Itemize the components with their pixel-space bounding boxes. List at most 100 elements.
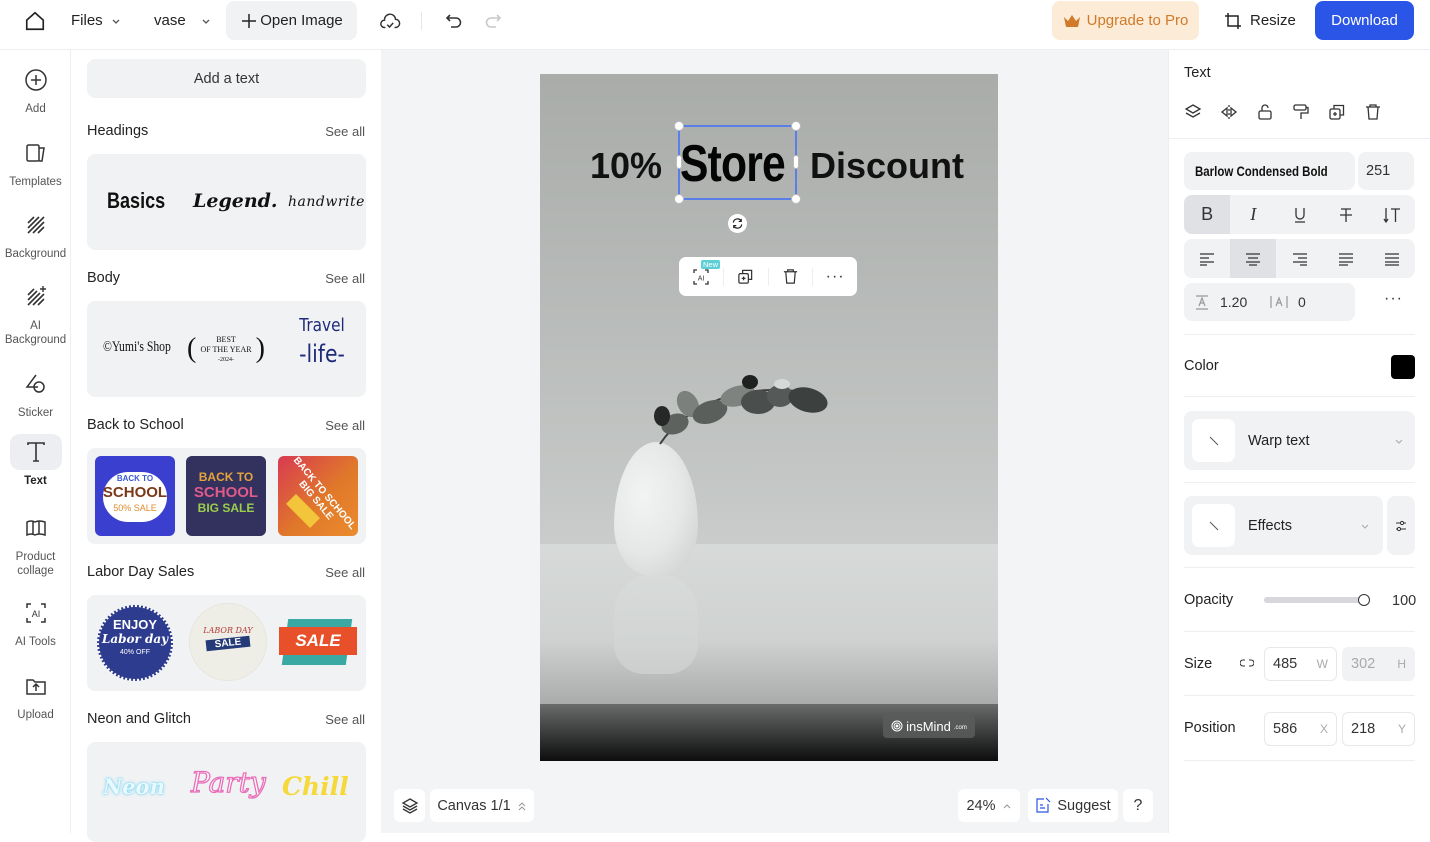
- opacity-slider-thumb[interactable]: [1358, 594, 1370, 606]
- nav-item-sticker[interactable]: Sticker: [0, 366, 71, 420]
- letter-spacing-value[interactable]: 0: [1298, 294, 1306, 310]
- body-sample-yumis-shop[interactable]: ©Yumi's Shop: [103, 339, 171, 356]
- canvas-pages-button[interactable]: Canvas 1/1: [430, 789, 534, 822]
- labor-day-template-2[interactable]: LABOR DAY SALE: [189, 603, 267, 681]
- see-all-labor-day[interactable]: See all: [325, 565, 365, 580]
- zoom-level-button[interactable]: 24%: [958, 789, 1020, 822]
- canvas-text-10-percent[interactable]: 10%: [590, 145, 662, 187]
- neon-sample[interactable]: Neon: [103, 774, 165, 799]
- justify-button[interactable]: [1323, 239, 1369, 278]
- align-left-button[interactable]: [1184, 239, 1230, 278]
- font-size-input[interactable]: 251: [1358, 152, 1414, 190]
- download-button[interactable]: Download: [1315, 1, 1414, 40]
- artboard[interactable]: 10% Store Discount AI New ··· insMind .c…: [540, 74, 998, 761]
- heading-sample-legend[interactable]: Legend.: [193, 190, 278, 212]
- italic-button[interactable]: I: [1230, 195, 1276, 234]
- body-sample-travel-life[interactable]: Travel -life-: [287, 315, 357, 368]
- files-menu[interactable]: Files: [71, 12, 122, 29]
- undo-icon: [445, 14, 462, 28]
- nav-item-ai-background[interactable]: AI Background: [0, 279, 71, 347]
- heading-sample-handwrite[interactable]: handwrite: [288, 194, 365, 210]
- rotate-handle[interactable]: [728, 214, 747, 233]
- party-sample[interactable]: Party: [190, 765, 266, 799]
- see-all-back-to-school[interactable]: See all: [325, 418, 365, 433]
- paint-roller-icon[interactable]: [1292, 103, 1310, 121]
- more-text-options-button[interactable]: ···: [1384, 290, 1403, 308]
- nav-item-upload[interactable]: Upload: [0, 668, 71, 722]
- body-card[interactable]: ©Yumi's Shop ( ) BEST OF THE YEAR -2024-…: [87, 301, 366, 397]
- warp-text-select[interactable]: Warp text: [1184, 411, 1415, 470]
- trash-icon[interactable]: [1364, 103, 1382, 121]
- resize-handle-right[interactable]: [793, 155, 799, 169]
- opacity-value[interactable]: 100: [1392, 593, 1416, 609]
- back-to-school-template-2[interactable]: BACK TO SCHOOL BIG SALE: [186, 456, 266, 536]
- y-position-input[interactable]: 218 Y: [1342, 712, 1415, 746]
- canvas-text-discount[interactable]: Discount: [810, 145, 964, 187]
- nav-item-background[interactable]: Background: [0, 207, 71, 261]
- upgrade-to-pro-button[interactable]: Upgrade to Pro: [1052, 1, 1199, 40]
- selection-box[interactable]: [674, 121, 801, 204]
- back-to-school-template-1[interactable]: BACK TO SCHOOL 50% SALE: [95, 456, 175, 536]
- strikethrough-button[interactable]: [1323, 195, 1369, 234]
- nav-item-add[interactable]: Add: [0, 62, 71, 116]
- resize-handle-bottom-right[interactable]: [791, 194, 801, 204]
- cloud-save-button[interactable]: [379, 11, 401, 33]
- width-input[interactable]: 485 W: [1264, 647, 1337, 681]
- redo-button[interactable]: [483, 11, 503, 31]
- font-family-select[interactable]: Barlow Condensed Bold: [1184, 152, 1355, 190]
- x-position-input[interactable]: 586 X: [1264, 712, 1337, 746]
- nav-item-product-collage[interactable]: Product collage: [0, 510, 71, 578]
- nav-item-ai-tools[interactable]: AI AI Tools: [0, 595, 71, 649]
- more-options-button[interactable]: ···: [813, 257, 857, 296]
- resize-handle-top-left[interactable]: [674, 121, 684, 131]
- see-all-body[interactable]: See all: [325, 271, 365, 286]
- back-to-school-card: BACK TO SCHOOL 50% SALE BACK TO SCHOOL B…: [87, 448, 366, 544]
- undo-button[interactable]: [444, 11, 464, 31]
- opacity-slider[interactable]: [1264, 594, 1370, 606]
- duplicate-icon[interactable]: [1328, 103, 1346, 121]
- watermark-suffix: .com: [953, 725, 967, 731]
- table-surface: [540, 544, 998, 704]
- see-all-headings[interactable]: See all: [325, 124, 365, 139]
- project-name-menu[interactable]: vase: [154, 12, 212, 29]
- chill-sample[interactable]: Chill: [282, 772, 349, 801]
- resize-handle-bottom-left[interactable]: [674, 194, 684, 204]
- layers-icon[interactable]: [1184, 103, 1202, 121]
- align-right-button[interactable]: [1276, 239, 1322, 278]
- nav-item-templates[interactable]: Templates: [0, 135, 71, 189]
- unlock-icon[interactable]: [1256, 103, 1274, 121]
- ai-tool-button[interactable]: AI New: [679, 257, 723, 296]
- year-text: -2024-: [218, 357, 234, 363]
- home-button[interactable]: [24, 10, 46, 32]
- color-swatch[interactable]: [1391, 355, 1415, 379]
- body-sample-best-of-year[interactable]: ( ) BEST OF THE YEAR -2024-: [187, 329, 265, 369]
- effects-select[interactable]: Effects: [1184, 496, 1383, 555]
- add-a-text-button[interactable]: Add a text: [87, 59, 366, 98]
- layers-button[interactable]: [394, 789, 425, 822]
- duplicate-button[interactable]: [724, 257, 768, 296]
- align-center-button[interactable]: [1230, 239, 1277, 278]
- resize-button[interactable]: Resize: [1224, 1, 1296, 40]
- heading-sample-basics[interactable]: Basics: [107, 188, 165, 214]
- headings-card[interactable]: Basics Legend. handwrite: [87, 154, 366, 250]
- effects-settings-button[interactable]: [1387, 496, 1415, 555]
- nav-item-text[interactable]: Text: [0, 434, 71, 488]
- underline-button[interactable]: [1276, 195, 1322, 234]
- line-height-value[interactable]: 1.20: [1220, 294, 1270, 310]
- help-button[interactable]: ?: [1123, 789, 1153, 822]
- back-to-school-template-3[interactable]: BACK TO SCHOOL BIG SALE: [278, 456, 358, 536]
- bold-button[interactable]: B: [1184, 195, 1231, 234]
- vertical-text-button[interactable]: [1369, 195, 1415, 234]
- flip-icon[interactable]: [1220, 103, 1238, 121]
- suggest-button[interactable]: Suggest: [1028, 789, 1118, 822]
- labor-day-template-1[interactable]: ENJOY Labor day 40% OFF: [97, 605, 173, 681]
- open-image-button[interactable]: Open Image: [226, 1, 357, 40]
- justify-all-button[interactable]: [1369, 239, 1415, 278]
- link-aspect-icon[interactable]: [1240, 658, 1254, 668]
- labor-day-template-3[interactable]: SALE: [279, 613, 357, 673]
- resize-handle-left[interactable]: [676, 155, 682, 169]
- see-all-neon-glitch[interactable]: See all: [325, 712, 365, 727]
- delete-button[interactable]: [769, 257, 813, 296]
- collage-icon: [25, 520, 46, 537]
- resize-handle-top-right[interactable]: [791, 121, 801, 131]
